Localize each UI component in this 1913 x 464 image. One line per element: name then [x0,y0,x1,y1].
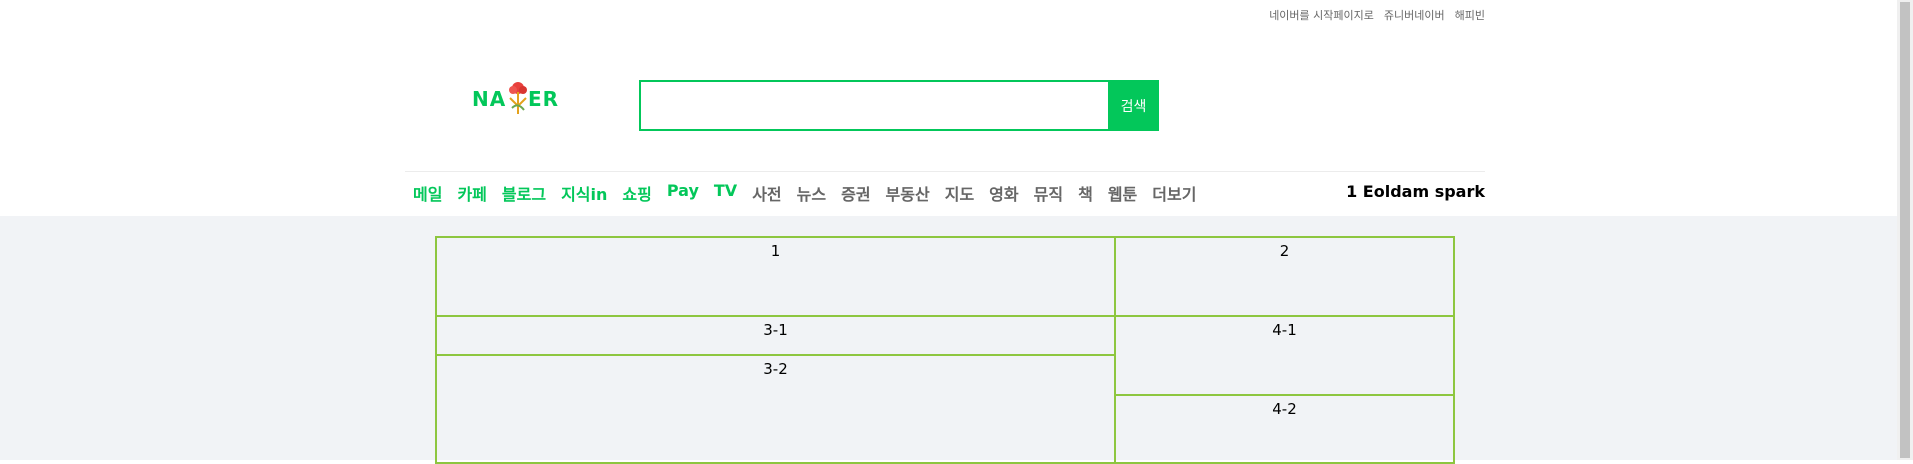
search-input[interactable] [641,82,1108,129]
nav-item-map[interactable]: 지도 [945,181,974,205]
nav-item-kin[interactable]: 지식in [561,181,607,205]
svg-text:ER: ER [528,87,559,111]
scrollbar-thumb[interactable] [1900,2,1910,458]
nav-item-dictionary[interactable]: 사전 [752,181,781,205]
header-divider [405,171,1485,172]
grid-cell-2: 2 [1114,236,1455,317]
service-nav: 메일 카페 블로그 지식in 쇼핑 Pay TV 사전 뉴스 증권 부동산 지도… [413,181,1211,205]
nav-item-book[interactable]: 책 [1078,181,1093,205]
happybean-link[interactable]: 해피빈 [1455,7,1485,23]
nav-item-realestate[interactable]: 부동산 [886,181,930,205]
top-links: 네이버를 시작페이지로 쥬니버네이버 해피빈 [1269,7,1485,23]
grid-cell-1: 1 [435,236,1116,317]
nav-item-movie[interactable]: 영화 [989,181,1018,205]
nav-item-news[interactable]: 뉴스 [797,181,826,205]
nav-item-stocks[interactable]: 증권 [841,181,870,205]
header: 네이버를 시작페이지로 쥬니버네이버 해피빈 NA ER 검색 메일 카페 블로… [0,0,1897,216]
nav-item-webtoon[interactable]: 웹툰 [1108,181,1137,205]
search-button[interactable]: 검색 [1108,80,1159,131]
nav-item-blog[interactable]: 블로그 [502,181,546,205]
nav-item-tv[interactable]: TV [714,181,737,205]
content-area: 1 2 3-1 3-2 4-1 4-2 [0,216,1897,464]
grid-cell-3-1: 3-1 [435,315,1116,356]
search-box [639,80,1108,131]
naver-logo[interactable]: NA ER [470,80,570,116]
grid-cell-3-2: 3-2 [435,354,1116,464]
nav-item-cafe[interactable]: 카페 [457,181,486,205]
grid-cell-4-2: 4-2 [1114,394,1455,464]
vertical-scrollbar[interactable] [1897,0,1913,460]
naver-logo-graphic: NA ER [472,82,559,114]
nav-item-more[interactable]: 더보기 [1152,181,1196,205]
svg-text:NA: NA [472,87,506,111]
nav-item-mail[interactable]: 메일 [413,181,442,205]
nav-right-text: 1 Eoldam spark [1346,182,1485,201]
junior-naver-link[interactable]: 쥬니버네이버 [1384,7,1445,23]
grid-cell-4-1: 4-1 [1114,315,1455,396]
set-homepage-link[interactable]: 네이버를 시작페이지로 [1269,7,1374,23]
search-bar: 검색 [639,80,1159,131]
nav-item-pay[interactable]: Pay [667,181,699,205]
nav-item-shopping[interactable]: 쇼핑 [622,181,651,205]
nav-item-music[interactable]: 뮤직 [1034,181,1063,205]
